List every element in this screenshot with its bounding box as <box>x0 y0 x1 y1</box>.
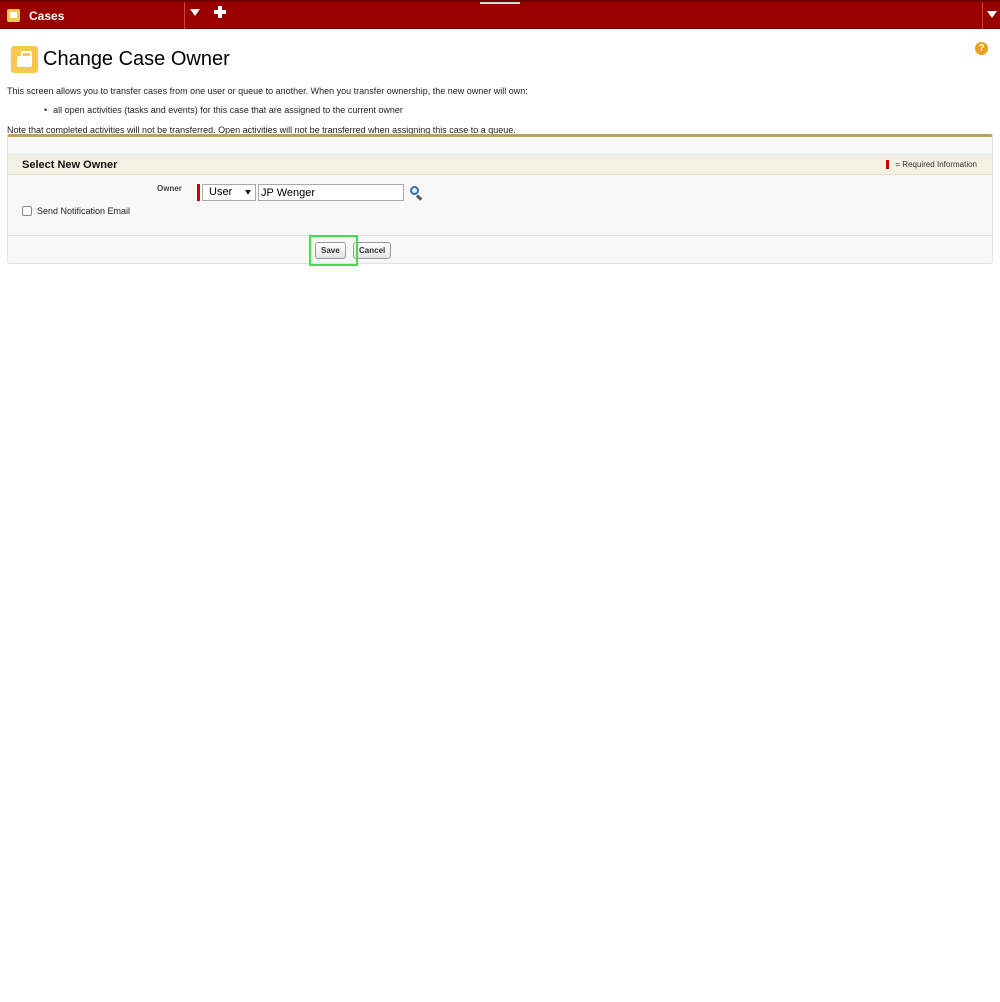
magnifier-handle <box>415 194 423 201</box>
notification-row: Send Notification Email <box>22 206 130 216</box>
required-legend-text: = Required Information <box>895 160 977 169</box>
block-top-band <box>8 137 992 155</box>
page-title: Change Case Owner <box>43 48 230 70</box>
section-title: Select New Owner <box>22 159 118 171</box>
list-item: • all open activities (tasks and events) … <box>44 105 403 115</box>
chevron-down-icon <box>245 190 251 195</box>
bullet-text: all open activities (tasks and events) f… <box>53 105 403 115</box>
page-description: This screen allows you to transfer cases… <box>7 86 528 96</box>
case-briefcase-icon <box>11 46 38 73</box>
save-button[interactable]: Save <box>315 242 346 259</box>
help-icon[interactable]: ? <box>975 42 988 55</box>
app-tab-bar: Cases <box>0 0 1000 29</box>
tab-cases-label: Cases <box>29 8 65 23</box>
owner-name-input[interactable] <box>258 184 404 201</box>
owner-label: Owner <box>157 184 182 193</box>
lookup-icon[interactable] <box>409 185 423 201</box>
required-marker <box>197 184 200 201</box>
required-legend: = Required Information <box>886 160 977 169</box>
tab-cases[interactable]: Cases <box>0 2 185 29</box>
owner-type-value: User <box>209 186 233 198</box>
section-header: Select New Owner = Required Information <box>8 155 992 175</box>
owner-type-select[interactable]: User <box>202 184 256 201</box>
plus-icon[interactable] <box>214 6 226 18</box>
required-marker <box>886 160 890 169</box>
send-notification-label[interactable]: Send Notification Email <box>37 206 130 216</box>
cancel-button[interactable]: Cancel <box>353 242 392 259</box>
case-icon <box>7 9 20 22</box>
bullet-icon: • <box>44 105 48 115</box>
tab-overflow-menu[interactable] <box>982 2 1000 29</box>
send-notification-checkbox[interactable] <box>22 206 32 216</box>
caret-down-icon <box>987 11 997 18</box>
button-bar: Save Cancel <box>8 235 992 266</box>
caret-down-icon[interactable] <box>190 9 200 16</box>
change-owner-form: Select New Owner = Required Information … <box>7 134 993 266</box>
window-notch <box>480 2 520 4</box>
